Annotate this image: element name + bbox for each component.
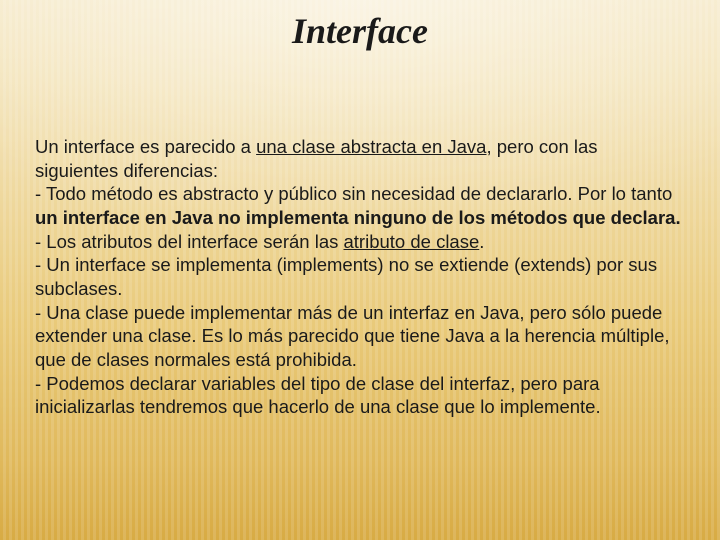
bullet-1-a: - Todo método es abstracto y público sin…: [35, 183, 672, 204]
slide-title: Interface: [0, 10, 720, 52]
bullet-1-bold: un interface en Java no implementa ningu…: [35, 207, 681, 228]
link-abstract-class[interactable]: una clase abstracta en Java: [256, 136, 486, 157]
bullet-2-a: - Los atributos del interface serán las: [35, 231, 344, 252]
link-class-attribute[interactable]: atributo de clase: [344, 231, 480, 252]
bullet-5: - Podemos declarar variables del tipo de…: [35, 373, 601, 418]
bullet-4: - Una clase puede implementar más de un …: [35, 302, 670, 370]
intro-text-a: Un interface es parecido a: [35, 136, 256, 157]
slide-body: Un interface es parecido a una clase abs…: [35, 135, 685, 419]
bullet-2-b: .: [479, 231, 484, 252]
bullet-3: - Un interface se implementa (implements…: [35, 254, 657, 299]
